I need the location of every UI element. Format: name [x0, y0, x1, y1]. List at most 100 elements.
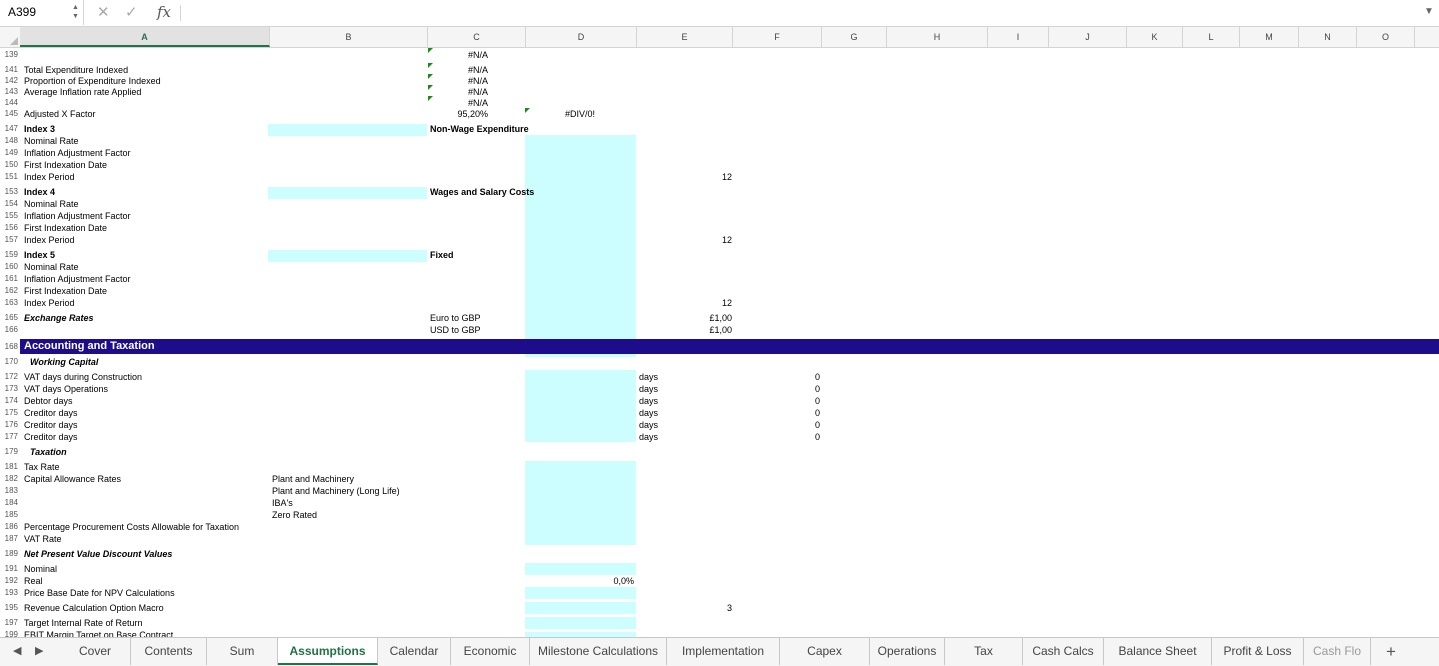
- input-cell-block[interactable]: [525, 617, 636, 629]
- cell-d192[interactable]: 0,0%: [613, 576, 634, 586]
- cell-d172[interactable]: days: [639, 372, 658, 382]
- row-number[interactable]: 165: [0, 313, 20, 322]
- cell-a192[interactable]: Real: [24, 576, 43, 586]
- column-header-e[interactable]: E: [637, 27, 733, 47]
- cell-c153[interactable]: Wages and Salary Costs: [430, 187, 534, 197]
- column-header-b[interactable]: B: [270, 27, 428, 47]
- row-number[interactable]: 193: [0, 588, 20, 597]
- cell-a150[interactable]: First Indexation Date: [24, 160, 107, 170]
- cell-d145[interactable]: #DIV/0!: [565, 109, 595, 119]
- row-number[interactable]: 199: [0, 630, 20, 637]
- cell-a155[interactable]: Inflation Adjustment Factor: [24, 211, 131, 221]
- column-header-k[interactable]: K: [1127, 27, 1183, 47]
- row-number[interactable]: 174: [0, 396, 20, 405]
- cell-a157[interactable]: Index Period: [24, 235, 75, 245]
- cell-a182[interactable]: Capital Allowance Rates: [24, 474, 121, 484]
- column-header-n[interactable]: N: [1299, 27, 1357, 47]
- cell-a172[interactable]: VAT days during Construction: [24, 372, 142, 382]
- cell-e163[interactable]: 12: [722, 298, 732, 308]
- row-number[interactable]: 155: [0, 211, 20, 220]
- row-number[interactable]: 142: [0, 76, 20, 85]
- sheet-tab-assumptions[interactable]: Assumptions: [278, 638, 378, 665]
- row-number[interactable]: 176: [0, 420, 20, 429]
- cell-e195[interactable]: 3: [727, 603, 732, 613]
- cell-a149[interactable]: Inflation Adjustment Factor: [24, 148, 131, 158]
- formula-expand-icon[interactable]: ▼: [1424, 6, 1434, 17]
- cell-a176[interactable]: Creditor days: [24, 420, 78, 430]
- row-number[interactable]: 177: [0, 432, 20, 441]
- cell-a162[interactable]: First Indexation Date: [24, 286, 107, 296]
- input-cell-block[interactable]: [268, 187, 427, 199]
- row-number[interactable]: 192: [0, 576, 20, 585]
- cell-a170[interactable]: Working Capital: [30, 357, 98, 367]
- cell-f177[interactable]: 0: [815, 432, 820, 442]
- sheet-tab-economic[interactable]: Economic: [451, 638, 530, 665]
- input-cell-block[interactable]: [525, 602, 636, 614]
- cell-a177[interactable]: Creditor days: [24, 432, 78, 442]
- cell-d173[interactable]: days: [639, 384, 658, 394]
- row-number[interactable]: 148: [0, 136, 20, 145]
- row-number[interactable]: 151: [0, 172, 20, 181]
- cell-a186[interactable]: Percentage Procurement Costs Allowable f…: [24, 522, 239, 532]
- input-cell-block[interactable]: [525, 563, 636, 575]
- cell-a187[interactable]: VAT Rate: [24, 534, 62, 544]
- cell-b185[interactable]: Zero Rated: [272, 510, 317, 520]
- row-number[interactable]: 183: [0, 486, 20, 495]
- cell-a156[interactable]: First Indexation Date: [24, 223, 107, 233]
- row-number[interactable]: 162: [0, 286, 20, 295]
- row-number[interactable]: 143: [0, 87, 20, 96]
- cell-f175[interactable]: 0: [815, 408, 820, 418]
- cell-a197[interactable]: Target Internal Rate of Return: [24, 618, 143, 628]
- function-icon[interactable]: fx: [157, 3, 171, 21]
- cell-b182[interactable]: Plant and Machinery: [272, 474, 354, 484]
- sheet-tab-implementation[interactable]: Implementation: [667, 638, 780, 665]
- column-header-g[interactable]: G: [822, 27, 887, 47]
- row-number[interactable]: 139: [0, 50, 20, 59]
- row-number[interactable]: 163: [0, 298, 20, 307]
- input-cell-block[interactable]: [525, 587, 636, 599]
- cell-a141[interactable]: Total Expenditure Indexed: [24, 65, 128, 75]
- cell-a163[interactable]: Index Period: [24, 298, 75, 308]
- cell-a193[interactable]: Price Base Date for NPV Calculations: [24, 588, 175, 598]
- cell-a181[interactable]: Tax Rate: [24, 462, 60, 472]
- cell-e151[interactable]: 12: [722, 172, 732, 182]
- column-header-a[interactable]: A: [20, 27, 270, 47]
- formula-input[interactable]: [190, 5, 1410, 21]
- cell-f172[interactable]: 0: [815, 372, 820, 382]
- row-number[interactable]: 182: [0, 474, 20, 483]
- cell-a165[interactable]: Exchange Rates: [24, 313, 94, 323]
- prev-sheet-icon[interactable]: ◀: [13, 644, 21, 657]
- cell-a174[interactable]: Debtor days: [24, 396, 73, 406]
- column-header-m[interactable]: M: [1240, 27, 1299, 47]
- cell-f174[interactable]: 0: [815, 396, 820, 406]
- name-box-stepper-icon[interactable]: ▲ ▼: [72, 3, 79, 21]
- sheet-tab-operations[interactable]: Operations: [870, 638, 945, 665]
- cell-c142[interactable]: #N/A: [468, 76, 488, 86]
- cell-c141[interactable]: #N/A: [468, 65, 488, 75]
- cell-c165[interactable]: Euro to GBP: [430, 313, 481, 323]
- row-number[interactable]: 150: [0, 160, 20, 169]
- cell-a147[interactable]: Index 3: [24, 124, 55, 134]
- cell-e165[interactable]: £1,00: [709, 313, 732, 323]
- sheet-tab-cash-calcs[interactable]: Cash Calcs: [1023, 638, 1104, 665]
- column-header-c[interactable]: C: [428, 27, 526, 47]
- row-number[interactable]: 187: [0, 534, 20, 543]
- column-header-f[interactable]: F: [733, 27, 822, 47]
- cell-c144[interactable]: #N/A: [468, 98, 488, 108]
- row-number[interactable]: 186: [0, 522, 20, 531]
- cell-a151[interactable]: Index Period: [24, 172, 75, 182]
- row-number[interactable]: 157: [0, 235, 20, 244]
- column-header-d[interactable]: D: [526, 27, 637, 47]
- cell-c147[interactable]: Non-Wage Expenditure: [430, 124, 529, 134]
- cell-d176[interactable]: days: [639, 420, 658, 430]
- row-number[interactable]: 197: [0, 618, 20, 627]
- cell-d177[interactable]: days: [639, 432, 658, 442]
- row-number[interactable]: 170: [0, 357, 20, 366]
- sheet-tab-capex[interactable]: Capex: [780, 638, 870, 665]
- row-number[interactable]: 160: [0, 262, 20, 271]
- cell-a153[interactable]: Index 4: [24, 187, 55, 197]
- cell-a189[interactable]: Net Present Value Discount Values: [24, 549, 172, 559]
- confirm-icon[interactable]: ✓: [125, 3, 138, 21]
- cell-a145[interactable]: Adjusted X Factor: [24, 109, 96, 119]
- row-number[interactable]: 153: [0, 187, 20, 196]
